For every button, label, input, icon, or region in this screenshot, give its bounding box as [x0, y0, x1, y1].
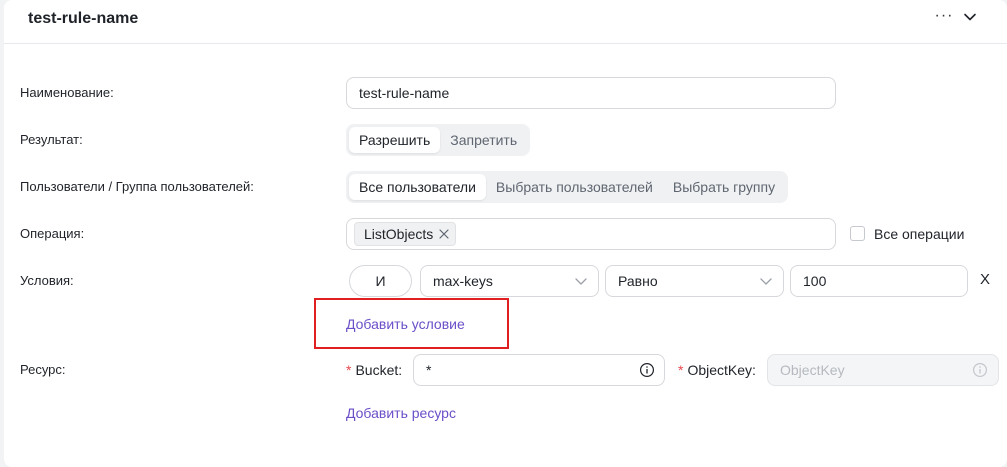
- remove-condition-button[interactable]: X: [977, 271, 993, 289]
- rule-card: test-rule-name ··· Наименование: test-ru…: [4, 0, 1007, 467]
- add-resource-link[interactable]: Добавить ресурс: [346, 404, 456, 422]
- name-label: Наименование:: [20, 85, 114, 100]
- info-icon: [972, 362, 988, 378]
- operation-tag: ListObjects: [354, 222, 457, 246]
- required-marker: *: [346, 362, 352, 378]
- close-icon[interactable]: [439, 229, 449, 239]
- condition-logic-toggle[interactable]: И: [349, 265, 412, 297]
- resource-label: Ресурс:: [20, 362, 66, 377]
- all-operations-checkbox[interactable]: [850, 226, 865, 241]
- chevron-down-icon[interactable]: [962, 9, 978, 25]
- users-select-option[interactable]: Выбрать пользователей: [486, 174, 663, 200]
- users-all-option[interactable]: Все пользователи: [349, 174, 486, 200]
- add-condition-link[interactable]: Добавить условие: [346, 315, 465, 333]
- result-allow-option[interactable]: Разрешить: [349, 127, 441, 153]
- result-deny-option[interactable]: Запретить: [440, 127, 527, 153]
- more-icon[interactable]: ···: [933, 5, 955, 29]
- condition-value-input[interactable]: 100: [790, 265, 968, 297]
- object-key-label-text: ObjectKey:: [687, 362, 756, 378]
- chevron-down-icon: [760, 278, 772, 285]
- condition-operator-select[interactable]: Равно: [605, 265, 784, 297]
- rule-card-header: test-rule-name ···: [4, 0, 1007, 44]
- name-input[interactable]: test-rule-name: [346, 77, 836, 109]
- chevron-down-icon: [575, 278, 587, 285]
- users-group-option[interactable]: Выбрать группу: [663, 174, 785, 200]
- operation-tag-label: ListObjects: [364, 226, 434, 242]
- operation-label: Операция:: [20, 226, 85, 241]
- users-segmented: Все пользователи Выбрать пользователей В…: [346, 171, 789, 203]
- condition-key-select[interactable]: max-keys: [420, 265, 599, 297]
- bucket-label-text: Bucket:: [355, 362, 403, 378]
- result-label: Результат:: [20, 132, 83, 147]
- bucket-input[interactable]: *: [413, 354, 665, 386]
- users-label: Пользователи / Группа пользователей:: [20, 179, 254, 194]
- required-marker: *: [678, 362, 684, 378]
- object-key-label: * ObjectKey:: [678, 361, 756, 379]
- bucket-label: * Bucket:: [346, 361, 402, 379]
- result-segmented: Разрешить Запретить: [346, 124, 531, 156]
- conditions-label: Условия:: [20, 273, 74, 288]
- object-key-input[interactable]: ObjectKey: [767, 354, 999, 386]
- info-icon: [639, 362, 655, 378]
- all-operations-label[interactable]: Все операции: [874, 225, 964, 243]
- rule-title: test-rule-name: [28, 10, 139, 27]
